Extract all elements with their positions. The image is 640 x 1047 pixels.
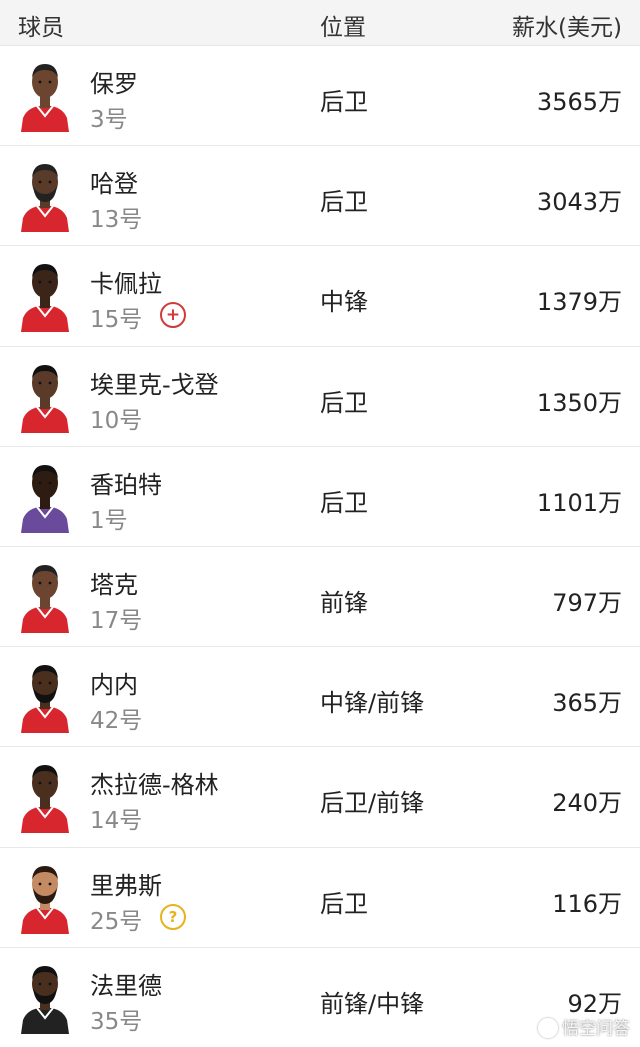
player-row[interactable]: 卡佩拉 15号 + 中锋 1379万	[0, 246, 640, 347]
player-avatar	[19, 759, 71, 834]
player-avatar	[19, 860, 71, 934]
player-position: 后卫	[320, 488, 368, 517]
player-avatar	[19, 960, 71, 1034]
player-name: 塔克	[90, 570, 138, 599]
player-row[interactable]: 埃里克-戈登 10号 后卫 1350万	[0, 346, 640, 447]
player-position: 后卫	[320, 88, 368, 116]
player-number: 1号	[90, 507, 128, 534]
player-salary: 240万	[552, 789, 622, 818]
player-position: 中锋	[320, 288, 368, 317]
player-avatar	[19, 459, 71, 533]
player-list: 保罗 3号 后卫 3565万 哈登 13号 后卫 3043万 卡佩拉 15号 + 中锋 1379万 埃里克…	[0, 46, 640, 1047]
player-number: 17号	[90, 607, 143, 634]
watermark: 悟空问答	[538, 1014, 630, 1039]
player-salary: 1350万	[536, 388, 622, 417]
player-name: 内内	[90, 671, 138, 700]
player-name: 哈登	[90, 170, 138, 199]
player-salary: 3565万	[536, 88, 622, 116]
player-number: 42号	[90, 708, 143, 735]
header-position: 位置	[320, 15, 366, 41]
player-number: 14号	[90, 808, 143, 835]
player-number: 3号	[90, 107, 128, 133]
player-name: 香珀特	[90, 470, 162, 499]
player-number: 13号	[90, 207, 143, 234]
player-name: 杰拉德-格林	[90, 771, 219, 800]
watermark-logo-icon	[538, 1018, 558, 1038]
player-row[interactable]: 里弗斯 25号? 后卫 116万	[0, 847, 640, 948]
player-salary: 1379万	[536, 288, 622, 317]
player-position: 中锋/前锋	[320, 689, 425, 718]
player-row[interactable]: 内内 42号 中锋/前锋 365万	[0, 647, 640, 748]
player-avatar	[19, 559, 71, 633]
player-name: 保罗	[90, 70, 138, 98]
player-position: 前锋	[320, 588, 368, 617]
player-salary: 365万	[552, 689, 622, 718]
player-number: 25号	[90, 908, 143, 935]
player-avatar	[19, 659, 71, 734]
player-row[interactable]: 香珀特 1号 后卫 1101万	[0, 446, 640, 547]
player-avatar	[19, 58, 71, 132]
player-position: 后卫	[320, 388, 368, 417]
injury-icon[interactable]: +	[160, 302, 186, 329]
player-name: 埃里克-戈登	[90, 370, 219, 399]
player-name: 法里德	[90, 971, 162, 1000]
table-header: 球员 位置 薪水(美元)	[0, 0, 640, 46]
player-number: 35号	[90, 1008, 143, 1035]
watermark-text: 悟空问答	[562, 1019, 630, 1039]
header-salary: 薪水(美元)	[512, 15, 622, 41]
player-salary: 3043万	[536, 188, 622, 217]
player-row[interactable]: 杰拉德-格林 14号 后卫/前锋 240万	[0, 747, 640, 848]
player-number: 15号	[90, 307, 143, 334]
player-name: 里弗斯	[90, 871, 162, 900]
player-salary: 797万	[552, 588, 622, 617]
player-avatar	[19, 359, 71, 433]
player-salary: 116万	[552, 889, 622, 918]
player-avatar	[19, 258, 71, 333]
player-avatar	[19, 158, 71, 233]
player-row[interactable]: 塔克 17号 前锋 797万	[0, 546, 640, 648]
player-number: 10号	[90, 407, 143, 434]
player-position: 前锋/中锋	[320, 989, 425, 1018]
player-name: 卡佩拉	[90, 270, 162, 299]
question-icon[interactable]: ?	[160, 903, 186, 930]
player-salary: 1101万	[536, 488, 622, 517]
player-row[interactable]: 保罗 3号 后卫 3565万	[0, 46, 640, 147]
player-position: 后卫/前锋	[320, 789, 425, 818]
player-position: 后卫	[320, 188, 368, 217]
player-row[interactable]: 哈登 13号 后卫 3043万	[0, 146, 640, 247]
player-position: 后卫	[320, 889, 368, 918]
header-player: 球员	[18, 15, 64, 41]
